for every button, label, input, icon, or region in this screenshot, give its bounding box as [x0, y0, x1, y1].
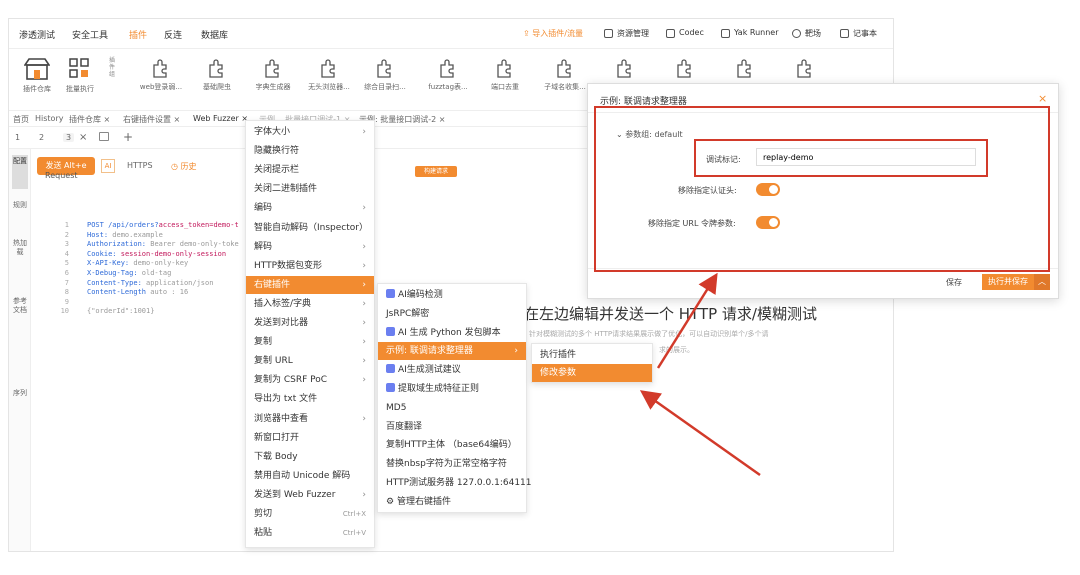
arrow-to-dialog [656, 272, 718, 369]
annotation-arrows [639, 272, 761, 477]
arrow-to-modify-params [639, 390, 761, 477]
